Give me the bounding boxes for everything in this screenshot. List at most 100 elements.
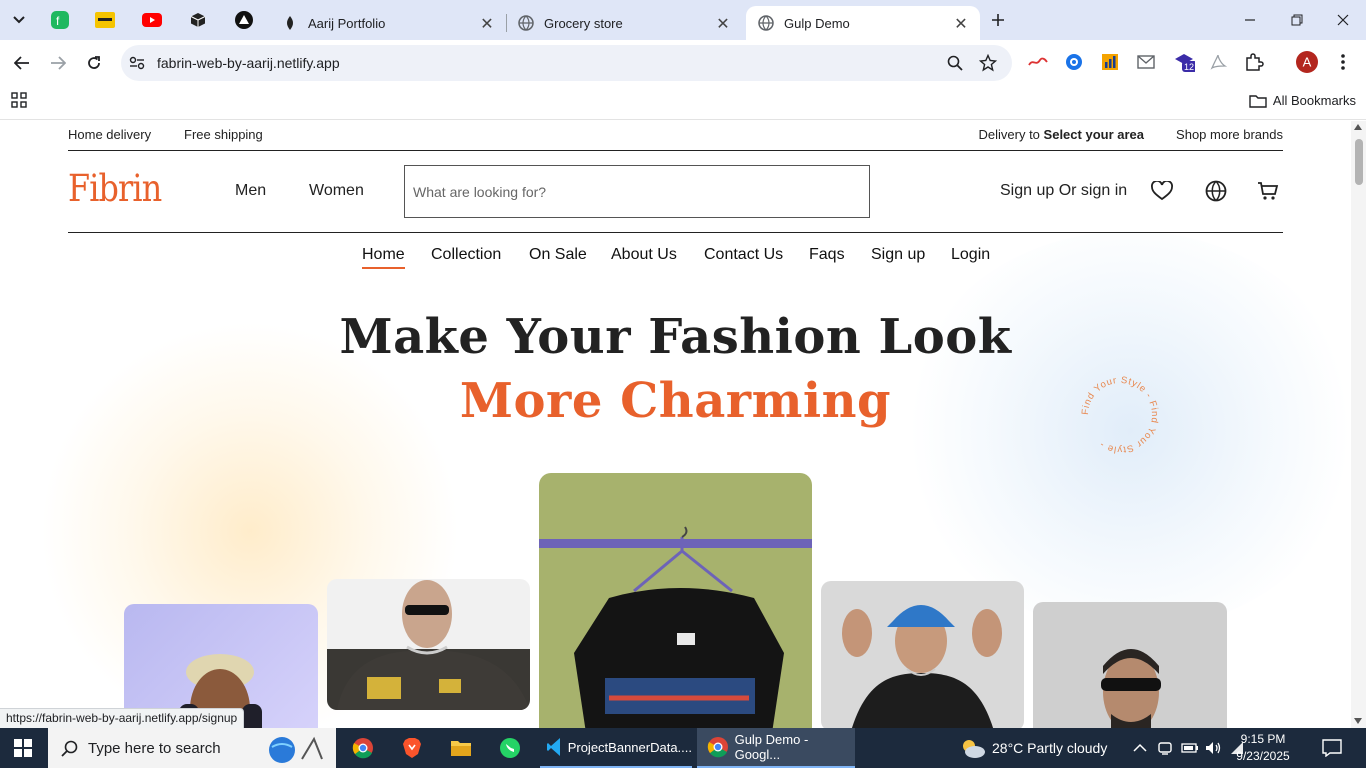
delivery-area[interactable]: Select your area	[1044, 127, 1144, 142]
taskbar-brave[interactable]	[394, 728, 430, 768]
portfolio-favicon-icon	[282, 15, 298, 31]
scroll-thumb[interactable]	[1355, 139, 1363, 185]
extension-icon[interactable]	[1027, 51, 1049, 73]
volume-icon[interactable]	[1204, 728, 1222, 768]
windows-taskbar: Type here to search ProjectBannerData...…	[0, 728, 1366, 768]
scroll-up-arrow-icon[interactable]	[1354, 124, 1362, 130]
address-bar[interactable]: fabrin-web-by-aarij.netlify.app	[121, 45, 1012, 81]
nav-on-sale[interactable]: On Sale	[529, 246, 587, 264]
tab-title: Aarij Portfolio	[308, 15, 386, 31]
find-your-style-badge: Find Your Style - Find Your Style -	[1080, 375, 1159, 455]
nav-home[interactable]: Home	[362, 246, 405, 269]
zoom-icon[interactable]	[946, 54, 964, 72]
chrome-icon	[707, 737, 728, 758]
acrobat-icon[interactable]	[1207, 51, 1229, 73]
apps-grid-icon[interactable]	[11, 92, 27, 113]
weather-widget[interactable]: 28°C Partly cloudy	[960, 728, 1107, 768]
close-icon[interactable]: ✕	[952, 14, 970, 34]
taskbar-search-box[interactable]: Type here to search	[48, 728, 336, 768]
show-hidden-icons-button[interactable]	[1133, 728, 1147, 768]
weather-text: 28°C Partly cloudy	[992, 740, 1108, 756]
tab-search-icon[interactable]	[9, 10, 29, 30]
tab-title: Gulp Demo	[784, 15, 850, 31]
nav-about-us[interactable]: About Us	[611, 246, 677, 264]
taskbar-chrome[interactable]	[345, 728, 381, 768]
new-tab-button[interactable]	[986, 8, 1010, 32]
extension-target-icon[interactable]	[1063, 51, 1085, 73]
forward-arrow-icon[interactable]	[45, 50, 71, 76]
globe-icon	[518, 15, 534, 31]
tab-title: Grocery store	[544, 15, 623, 31]
bookmark-star-icon[interactable]	[979, 54, 997, 72]
scroll-down-arrow-icon[interactable]	[1354, 718, 1362, 724]
tshirt-image	[539, 526, 812, 728]
delivery-area-selector[interactable]: Delivery to Select your area	[979, 127, 1145, 142]
menu-kebab-icon[interactable]	[1332, 51, 1354, 73]
vercel-icon[interactable]	[234, 10, 254, 30]
clock-date: 9/23/2025	[1236, 749, 1290, 763]
taskbar-vscode[interactable]: ProjectBannerData....	[540, 728, 692, 768]
globe-icon[interactable]	[1204, 179, 1228, 203]
meet-now-icon[interactable]	[1157, 728, 1173, 768]
taskbar-app-label: Gulp Demo - Googl...	[734, 732, 809, 762]
search-input[interactable]: What are looking for?	[404, 165, 870, 218]
battery-icon[interactable]	[1181, 728, 1199, 768]
product-card[interactable]	[821, 581, 1024, 728]
site-settings-icon[interactable]	[128, 54, 146, 72]
product-card[interactable]	[1033, 602, 1227, 728]
box-icon[interactable]	[188, 10, 208, 30]
taskbar-whatsapp[interactable]	[492, 728, 528, 768]
globe-icon	[758, 15, 774, 31]
nav-men-link[interactable]: Men	[235, 182, 266, 200]
brand-logo[interactable]: Fibrin	[68, 167, 162, 210]
fb-icon[interactable]: f	[50, 10, 70, 30]
system-clock[interactable]: 9:15 PM 9/23/2025	[1228, 731, 1298, 765]
tab-gulp-demo[interactable]: Gulp Demo ✕	[746, 6, 980, 40]
classroom-icon[interactable]: 12	[1173, 51, 1195, 73]
taskbar-app-label: ProjectBannerData....	[567, 739, 692, 755]
windows-start-icon[interactable]	[14, 739, 32, 762]
whatsapp-icon	[500, 738, 520, 758]
analytics-icon[interactable]	[1099, 51, 1121, 73]
tab-portfolio[interactable]: Aarij Portfolio ✕	[270, 6, 506, 40]
hero-heading: Make Your Fashion Look	[339, 309, 1012, 365]
nav-login[interactable]: Login	[951, 246, 990, 264]
search-highlight-icon	[269, 736, 323, 763]
profile-avatar[interactable]: A	[1296, 51, 1318, 73]
back-arrow-icon[interactable]	[9, 50, 35, 76]
nav-contact-us[interactable]: Contact Us	[704, 246, 783, 264]
cart-icon[interactable]	[1256, 179, 1280, 203]
nav-faqs[interactable]: Faqs	[809, 246, 845, 264]
youtube-icon[interactable]	[142, 10, 162, 30]
notes-icon[interactable]	[95, 10, 115, 30]
mail-icon[interactable]	[1135, 51, 1157, 73]
nav-women-link[interactable]: Women	[309, 182, 364, 200]
nav-sign-up[interactable]: Sign up	[871, 246, 925, 264]
restore-icon[interactable]	[1285, 8, 1309, 32]
signin-link[interactable]: Sign up Or sign in	[1000, 182, 1127, 200]
tab-grocery[interactable]: Grocery store ✕	[506, 6, 742, 40]
taskbar-chrome-window[interactable]: Gulp Demo - Googl...	[697, 728, 855, 768]
close-icon[interactable]: ✕	[714, 14, 732, 34]
vscode-icon	[547, 738, 560, 756]
close-icon[interactable]: ✕	[478, 14, 496, 34]
extensions-puzzle-icon[interactable]	[1243, 51, 1265, 73]
folder-icon	[1249, 94, 1267, 108]
product-card[interactable]	[327, 579, 530, 710]
url-text[interactable]: fabrin-web-by-aarij.netlify.app	[157, 55, 340, 71]
all-bookmarks-button[interactable]: All Bookmarks	[1249, 93, 1356, 108]
taskbar-file-explorer[interactable]	[443, 728, 479, 768]
page-scrollbar[interactable]	[1351, 121, 1366, 728]
shop-more-brands-link[interactable]: Shop more brands	[1176, 127, 1283, 142]
heart-icon[interactable]	[1150, 179, 1174, 203]
minimize-icon[interactable]	[1238, 8, 1262, 32]
nav-collection[interactable]: Collection	[431, 246, 501, 264]
model-image	[842, 605, 1002, 728]
brave-icon	[403, 738, 421, 758]
model-image	[327, 580, 530, 710]
close-window-icon[interactable]	[1331, 8, 1355, 32]
reload-icon[interactable]	[81, 50, 107, 76]
product-card-featured[interactable]	[539, 473, 812, 728]
chrome-icon	[352, 738, 373, 759]
notifications-icon[interactable]	[1322, 728, 1342, 768]
